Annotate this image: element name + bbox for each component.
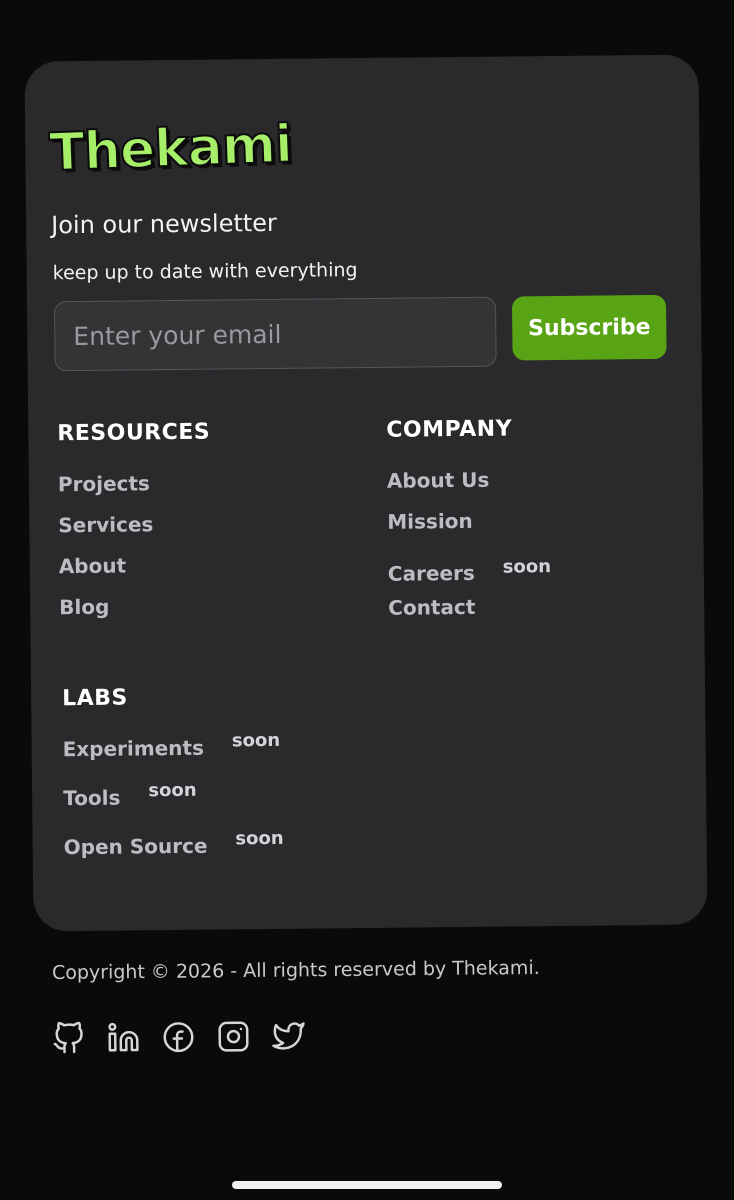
newsletter-title: Join our newsletter — [51, 208, 277, 240]
soon-badge: soon — [235, 827, 284, 850]
subscribe-button[interactable]: Subscribe — [511, 294, 667, 361]
link-careers[interactable]: Careers soon — [388, 549, 552, 596]
link-about-us[interactable]: About Us — [387, 467, 551, 510]
newsletter-subtitle: keep up to date with everything — [52, 259, 358, 285]
link-open-source[interactable]: Open Source soon — [64, 828, 285, 884]
social-links — [52, 1019, 305, 1055]
soon-badge: soon — [148, 779, 197, 802]
company-section: COMPANY About Us Mission Careers soon Co… — [386, 416, 551, 637]
labs-heading: LABS — [62, 685, 128, 712]
email-input[interactable] — [53, 296, 497, 372]
copyright-text: Copyright © 2026 - All rights reserved b… — [51, 956, 540, 984]
link-services[interactable]: Services — [58, 512, 211, 555]
resources-section: RESOURCES Projects Services About Blog — [57, 420, 212, 637]
brand-logo[interactable]: Thekami — [47, 113, 293, 184]
resources-heading: RESOURCES — [57, 419, 211, 447]
instagram-icon[interactable] — [217, 1020, 250, 1053]
company-heading: COMPANY — [386, 416, 513, 443]
page: Thekami Join our newsletter keep up to d… — [0, 0, 734, 1200]
labs-section: LABS Experiments soon Tools soon Open So… — [62, 684, 284, 884]
link-blog[interactable]: Blog — [59, 594, 212, 637]
github-icon[interactable] — [52, 1021, 85, 1055]
soon-badge: soon — [231, 729, 281, 752]
link-projects[interactable]: Projects — [58, 471, 211, 514]
soon-badge: soon — [502, 555, 552, 578]
twitter-icon[interactable] — [272, 1019, 305, 1052]
facebook-icon[interactable] — [162, 1021, 195, 1054]
link-mission[interactable]: Mission — [387, 508, 551, 551]
link-contact[interactable]: Contact — [388, 594, 552, 637]
footer-card: Thekami Join our newsletter keep up to d… — [24, 54, 708, 932]
link-about[interactable]: About — [59, 553, 212, 596]
home-indicator[interactable] — [232, 1181, 502, 1189]
linkedin-icon[interactable] — [107, 1021, 140, 1054]
